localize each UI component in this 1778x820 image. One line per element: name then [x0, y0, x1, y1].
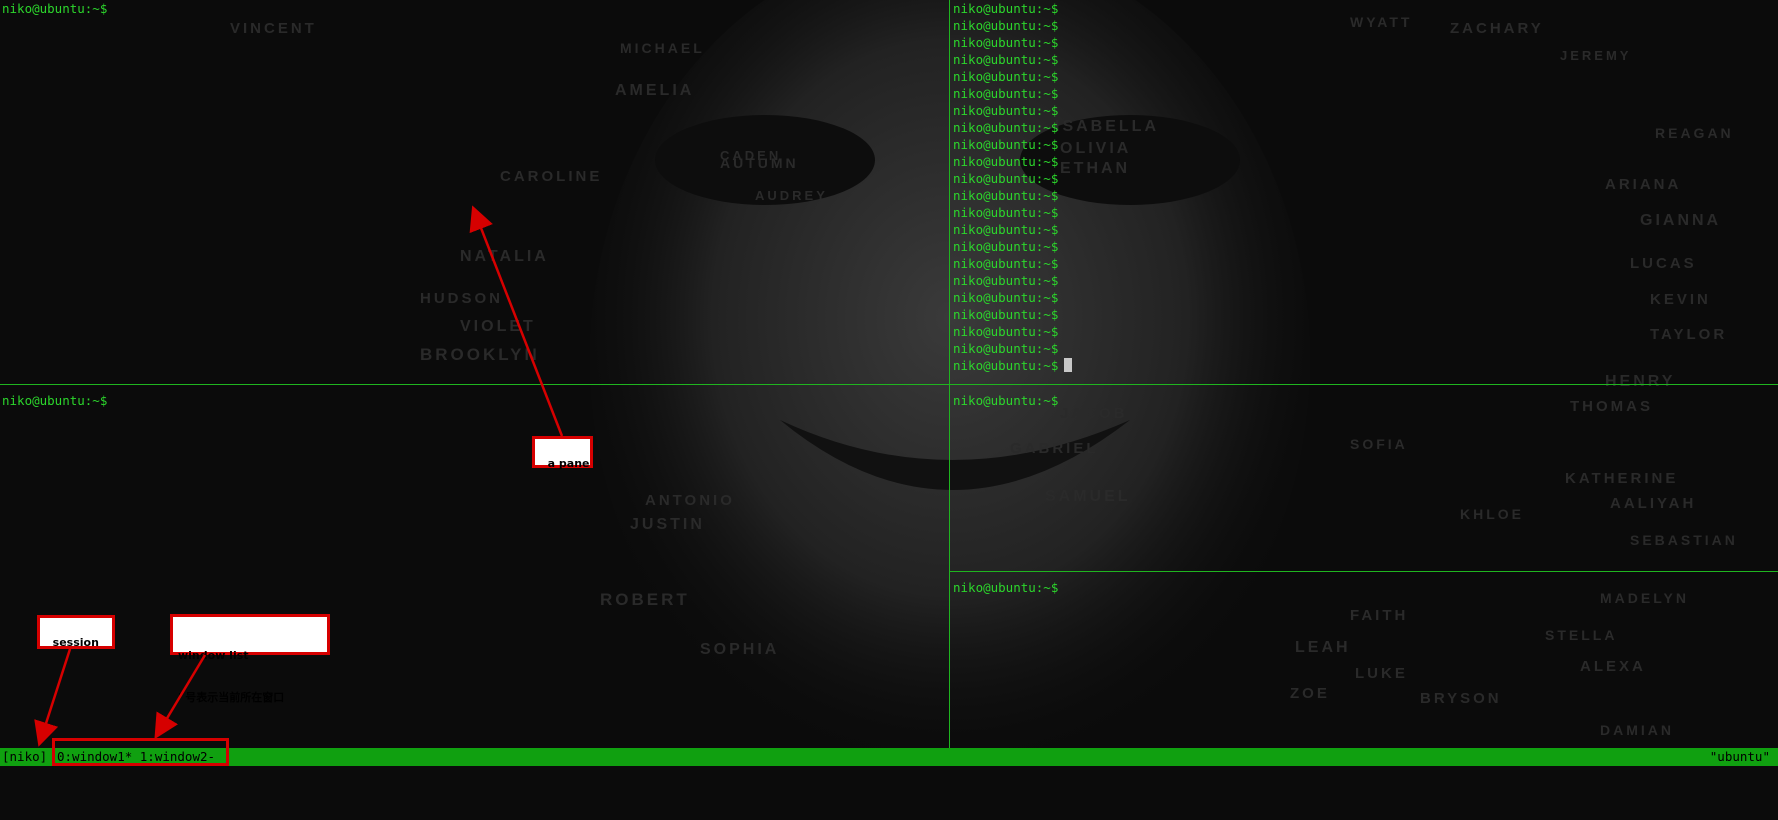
annotation-session: session	[37, 615, 115, 649]
annotation-pane-text: a pane	[547, 457, 590, 470]
shell-prompt: niko@ubuntu:~$	[953, 18, 1059, 33]
shell-prompt: niko@ubuntu:~$	[953, 188, 1059, 203]
shell-prompt: niko@ubuntu:~$	[2, 1, 108, 16]
shell-prompt: niko@ubuntu:~$	[953, 580, 1059, 595]
pane-top-left[interactable]: niko@ubuntu:~$	[0, 0, 948, 384]
shell-prompt: niko@ubuntu:~$	[953, 86, 1059, 101]
shell-prompt: niko@ubuntu:~$	[953, 324, 1059, 339]
shell-prompt: niko@ubuntu:~$	[953, 239, 1059, 254]
shell-prompt: niko@ubuntu:~$	[953, 137, 1059, 152]
shell-prompt: niko@ubuntu:~$	[953, 154, 1059, 169]
annotation-window-list-title: window list	[178, 649, 249, 662]
pane-divider-horizontal[interactable]	[0, 384, 1778, 385]
annotation-window-list-note: ' 号表示当前所在窗口	[178, 691, 285, 704]
shell-prompt: niko@ubuntu:~$	[953, 205, 1059, 220]
shell-prompt: niko@ubuntu:~$	[953, 256, 1059, 271]
shell-prompt: niko@ubuntu:~$	[953, 290, 1059, 305]
shell-prompt: niko@ubuntu:~$	[953, 222, 1059, 237]
annotation-session-text: session	[52, 636, 99, 649]
shell-prompt: niko@ubuntu:~$	[953, 307, 1059, 322]
shell-prompt: niko@ubuntu:~$	[953, 35, 1059, 50]
pane-bottom-right[interactable]: niko@ubuntu:~$	[951, 579, 1778, 748]
shell-prompt: niko@ubuntu:~$	[953, 341, 1059, 356]
shell-prompt: niko@ubuntu:~$	[953, 69, 1059, 84]
session-name[interactable]: [niko]	[2, 748, 47, 766]
window-list-highlight	[52, 738, 229, 766]
tmux-status-bar: [niko] 0:window1* 1:window2- "ubuntu"	[0, 748, 1778, 766]
pane-divider-vertical[interactable]	[949, 0, 950, 748]
pane-middle-left[interactable]: niko@ubuntu:~$	[0, 392, 948, 748]
pane-divider-horizontal-right[interactable]	[950, 571, 1778, 572]
annotation-window-list: window list ' 号表示当前所在窗口	[170, 614, 330, 704]
shell-prompt: niko@ubuntu:~$	[953, 171, 1059, 186]
pane-middle-right[interactable]: niko@ubuntu:~$	[951, 392, 1778, 570]
pane-output: niko@ubuntu:~$ niko@ubuntu:~$ niko@ubuntu:…	[951, 0, 1778, 374]
annotation-pane: a pane	[532, 436, 593, 470]
shell-prompt: niko@ubuntu:~$	[953, 120, 1059, 135]
shell-prompt: niko@ubuntu:~$	[953, 273, 1059, 288]
shell-prompt: niko@ubuntu:~$	[953, 103, 1059, 118]
shell-prompt: niko@ubuntu:~$	[951, 357, 1778, 374]
shell-prompt: niko@ubuntu:~$	[953, 1, 1059, 16]
shell-prompt: niko@ubuntu:~$	[2, 393, 108, 408]
terminal-cursor	[1064, 358, 1073, 372]
shell-prompt: niko@ubuntu:~$	[953, 52, 1059, 67]
pane-top-right[interactable]: niko@ubuntu:~$ niko@ubuntu:~$ niko@ubuntu:…	[951, 0, 1778, 384]
shell-prompt: niko@ubuntu:~$	[953, 393, 1059, 408]
hostname-label: "ubuntu"	[1709, 749, 1770, 764]
